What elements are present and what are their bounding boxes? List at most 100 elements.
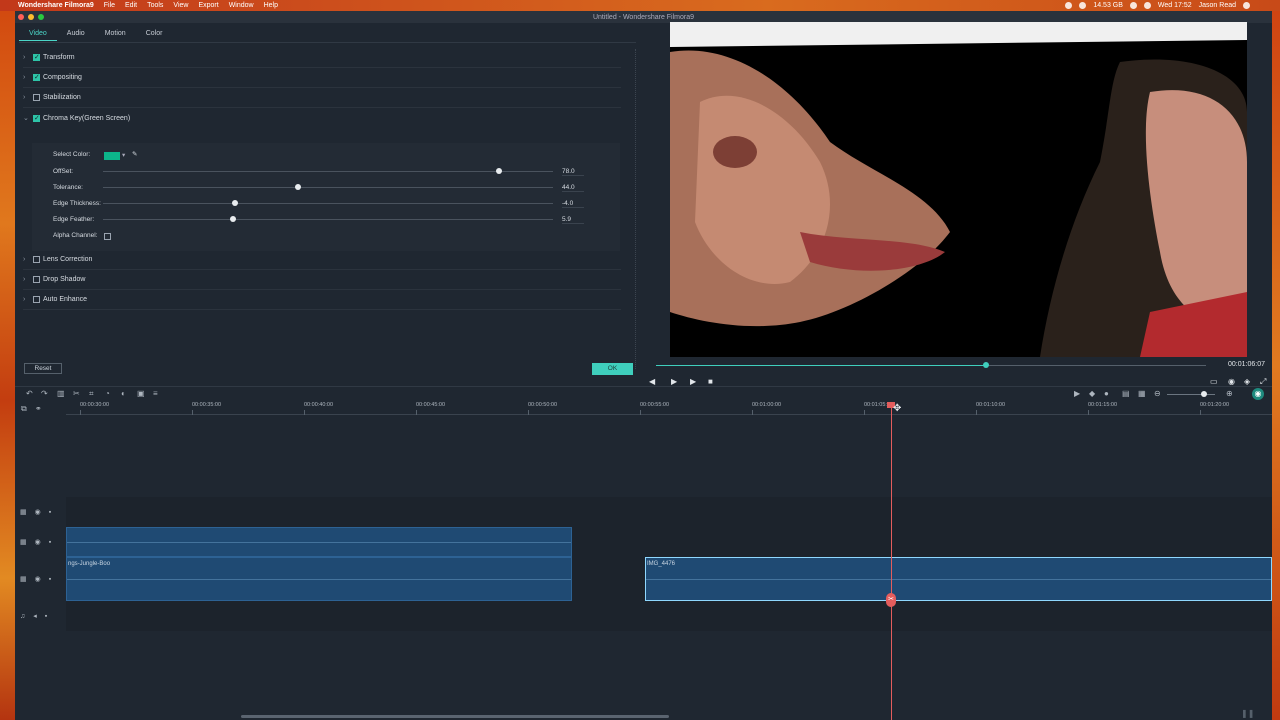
display-icon[interactable]: ▭ <box>1210 377 1218 386</box>
timeline-empty-area[interactable] <box>66 631 1272 720</box>
add-track-icon[interactable]: ⧉ <box>21 404 27 414</box>
key-color-swatch[interactable] <box>104 152 120 160</box>
section-chroma-key[interactable]: ⌄ Chroma Key(Green Screen) <box>23 108 621 128</box>
menu-view[interactable]: View <box>173 2 188 9</box>
zoom-in-icon[interactable]: ⊕ <box>1226 389 1233 398</box>
status-icon[interactable] <box>1065 2 1073 9</box>
playhead-line[interactable] <box>891 403 892 720</box>
audio-mixer-icon[interactable]: ≡ <box>153 389 158 398</box>
green-screen-icon[interactable]: ▣ <box>137 389 145 398</box>
search-icon[interactable] <box>1243 2 1250 9</box>
lock-icon[interactable]: ▪ <box>45 613 47 620</box>
stabilization-checkbox[interactable] <box>33 94 40 101</box>
undo-icon[interactable]: ↶ <box>26 389 33 398</box>
compositing-checkbox[interactable] <box>33 73 40 81</box>
menu-window[interactable]: Window <box>229 2 254 9</box>
eyedropper-icon[interactable]: ✎ <box>132 150 137 158</box>
redo-icon[interactable]: ↷ <box>41 389 48 398</box>
chevron-down-icon[interactable]: ⌄ <box>23 114 33 122</box>
section-lens-correction[interactable]: › Lens Correction <box>23 250 621 270</box>
track-video-2[interactable] <box>66 527 1272 557</box>
edge-feather-slider-knob[interactable] <box>230 216 236 222</box>
minimize-icon[interactable] <box>28 14 34 20</box>
play-icon[interactable]: ▶ <box>690 377 696 386</box>
chevron-right-icon[interactable]: › <box>23 296 33 303</box>
cut-icon[interactable]: ✂ <box>73 389 80 398</box>
menubar-clock[interactable]: Wed 17:52 <box>1158 2 1192 9</box>
tolerance-value[interactable]: 44.0 <box>562 184 584 192</box>
chevron-right-icon[interactable]: › <box>23 276 33 283</box>
section-drop-shadow[interactable]: › Drop Shadow <box>23 270 621 290</box>
delete-icon[interactable]: ▥ <box>57 389 65 398</box>
tab-color[interactable]: Color <box>136 27 173 41</box>
color-icon[interactable]: ◐ <box>121 389 126 398</box>
edge-thickness-slider-knob[interactable] <box>232 200 238 206</box>
section-auto-enhance[interactable]: › Auto Enhance <box>23 290 621 310</box>
voiceover-icon[interactable]: ● <box>1104 389 1109 398</box>
zoom-slider-track[interactable] <box>1167 394 1215 395</box>
rewind-icon[interactable]: ◀ <box>649 377 655 386</box>
offset-slider-knob[interactable] <box>496 168 502 174</box>
tab-motion[interactable]: Motion <box>95 27 136 41</box>
stop-icon[interactable]: ■ <box>708 377 713 386</box>
offset-slider-track[interactable] <box>103 171 553 172</box>
tab-audio[interactable]: Audio <box>57 27 95 41</box>
tolerance-slider-track[interactable] <box>103 187 553 188</box>
ok-button[interactable]: OK <box>592 363 633 375</box>
tolerance-slider-knob[interactable] <box>295 184 301 190</box>
speed-icon[interactable]: ◔ <box>105 389 110 398</box>
menu-export[interactable]: Export <box>198 2 218 9</box>
eye-icon[interactable]: ◉ <box>35 575 41 583</box>
timeline-clip[interactable] <box>66 527 572 557</box>
chroma-key-checkbox[interactable] <box>33 114 40 122</box>
menu-tools[interactable]: Tools <box>147 2 163 9</box>
lens-correction-checkbox[interactable] <box>33 256 40 263</box>
zoom-slider-knob[interactable] <box>1201 391 1207 397</box>
chevron-right-icon[interactable]: › <box>23 54 33 61</box>
zoom-out-icon[interactable]: ⊖ <box>1154 389 1161 398</box>
timeline-scrollbar[interactable] <box>241 715 669 718</box>
mixer-icon[interactable]: ▤ <box>1122 389 1130 398</box>
transform-checkbox[interactable] <box>33 53 40 61</box>
play-pause-icon[interactable]: ▶ <box>671 377 677 386</box>
video-preview[interactable] <box>670 22 1247 357</box>
playback-progress-knob[interactable] <box>983 362 989 368</box>
edge-feather-slider-track[interactable] <box>103 219 553 220</box>
chevron-right-icon[interactable]: › <box>23 74 33 81</box>
chevron-right-icon[interactable]: › <box>23 256 33 263</box>
split-icon[interactable]: ✂ <box>886 593 896 607</box>
speed-ramp-icon[interactable]: ◉ <box>1252 388 1264 400</box>
drop-shadow-checkbox[interactable] <box>33 276 40 283</box>
menu-edit[interactable]: Edit <box>125 2 137 9</box>
lock-icon[interactable]: ▪ <box>49 539 51 546</box>
lock-icon[interactable]: ▪ <box>49 576 51 583</box>
storage-indicator[interactable]: 14.53 GB <box>1093 2 1123 9</box>
track-video-3[interactable] <box>66 497 1272 527</box>
section-transform[interactable]: › Transform <box>23 48 621 68</box>
tab-video[interactable]: Video <box>19 27 57 41</box>
offset-value[interactable]: 78.0 <box>562 168 584 176</box>
alpha-channel-checkbox[interactable] <box>104 233 111 240</box>
close-icon[interactable] <box>18 14 24 20</box>
snapshot-icon[interactable]: ◉ <box>1228 377 1235 386</box>
snapshot-icon[interactable]: ▦ <box>1138 389 1146 398</box>
auto-enhance-checkbox[interactable] <box>33 296 40 303</box>
reset-button[interactable]: Reset <box>24 363 62 374</box>
menubar-user[interactable]: Jason Read <box>1199 2 1236 9</box>
zoom-icon[interactable] <box>38 14 44 20</box>
edge-thickness-value[interactable]: -4.0 <box>562 200 584 208</box>
crop-icon[interactable]: ⌗ <box>89 389 94 399</box>
timeline-clip-img[interactable]: IMG_4476 <box>645 557 1272 601</box>
pause-icon[interactable]: ❚❚ <box>1241 709 1254 718</box>
section-stabilization[interactable]: › Stabilization <box>23 88 621 108</box>
render-icon[interactable]: ▶ <box>1074 389 1080 398</box>
eye-icon[interactable]: ◉ <box>35 508 41 516</box>
volume-icon[interactable] <box>1143 2 1151 9</box>
timeline-clip-jungle[interactable]: ngs-Jungle-Boo <box>66 557 572 601</box>
section-compositing[interactable]: › Compositing <box>23 68 621 88</box>
menu-help[interactable]: Help <box>264 2 278 9</box>
track-audio[interactable] <box>66 601 1272 631</box>
speaker-icon[interactable]: ◂ <box>33 612 37 620</box>
marker-icon[interactable]: ◆ <box>1089 389 1095 398</box>
link-icon[interactable]: ⚭ <box>35 404 42 413</box>
